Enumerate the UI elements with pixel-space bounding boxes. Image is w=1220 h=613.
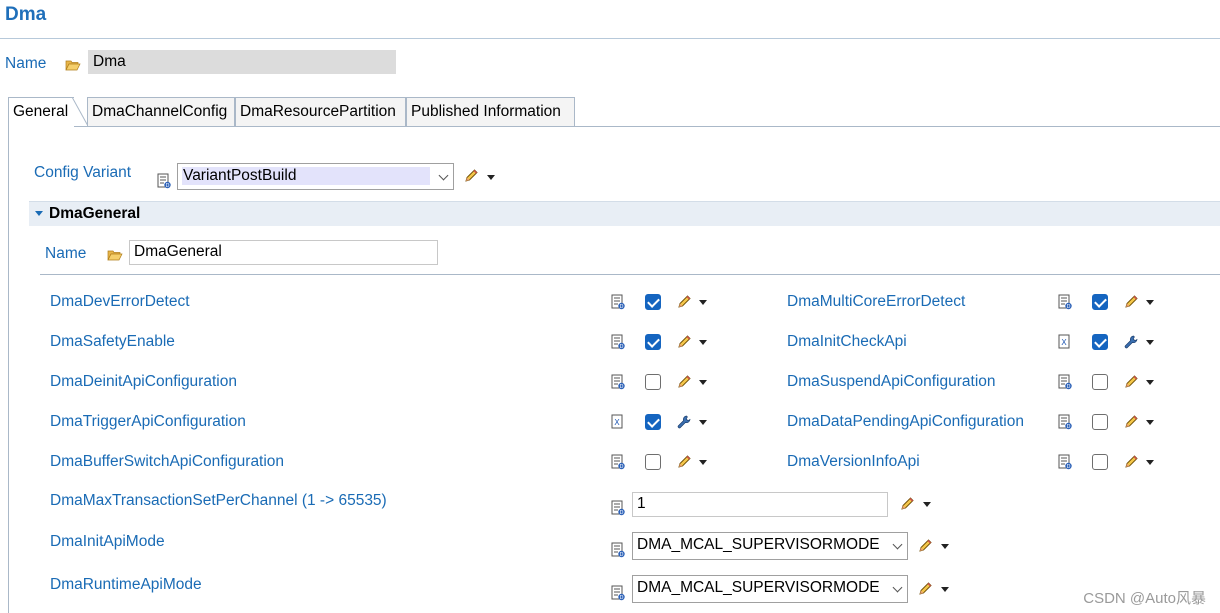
param-label-dmadatapendingapiconfiguration: DmaDataPendingApiConfiguration [787,413,1024,430]
name-field[interactable]: Dma [88,50,396,74]
caret-down-icon[interactable] [1146,300,1154,305]
checkbox-dmatriggerapiconfiguration[interactable] [645,414,661,430]
pencil-icon[interactable] [676,454,692,470]
panel-border [8,126,9,613]
document-icon [611,585,625,601]
tab-bar: General DmaChannelConfig DmaResourcePart… [8,97,1220,128]
pencil-icon[interactable] [1123,294,1139,310]
pencil-icon[interactable] [676,374,692,390]
document-icon [157,173,171,189]
checkbox-dmasafetyenable[interactable] [645,334,661,350]
config-variant-value: VariantPostBuild [182,167,430,185]
pencil-icon[interactable] [463,168,479,184]
param-label-dmatriggerapiconfiguration: DmaTriggerApiConfiguration [50,413,246,430]
init-api-mode-dropdown[interactable]: DMA_MCAL_SUPERVISORMODE [632,532,908,560]
document-icon [611,334,625,350]
wrench-icon[interactable] [1123,334,1139,350]
pencil-icon[interactable] [917,538,933,554]
param-label-dmasuspendapiconfiguration: DmaSuspendApiConfiguration [787,373,996,390]
param-label-dmabufferswitchapiconfiguration: DmaBufferSwitchApiConfiguration [50,453,285,470]
pencil-icon[interactable] [676,334,692,350]
pencil-icon[interactable] [676,294,692,310]
max-transaction-label: DmaMaxTransactionSetPerChannel (1 -> 655… [50,492,387,509]
param-label-dmainitcheckapi: DmaInitCheckApi [787,333,907,350]
runtime-api-mode-label: DmaRuntimeApiMode [50,576,202,593]
section-title: DmaGeneral [49,205,141,222]
caret-down-icon[interactable] [1146,340,1154,345]
watermark: CSDN @Auto风暴 [1083,590,1206,607]
pencil-icon[interactable] [1123,414,1139,430]
pencil-icon[interactable] [1123,374,1139,390]
document-icon [611,542,625,558]
init-api-mode-label: DmaInitApiMode [50,533,165,550]
caret-down-icon[interactable] [487,175,495,180]
config-variant-dropdown[interactable]: VariantPostBuild [177,163,454,190]
checkbox-dmaversioninfoapi[interactable] [1092,454,1108,470]
document-icon [611,374,625,390]
tab-dmaresourcepartition-label: DmaResourcePartition [240,103,396,120]
param-label-dmamulticoreerrordetect: DmaMultiCoreErrorDetect [787,293,966,310]
caret-down-icon[interactable] [699,340,707,345]
tab-published-information-label: Published Information [411,103,561,120]
document-icon [1058,294,1072,310]
runtime-api-mode-dropdown[interactable]: DMA_MCAL_SUPERVISORMODE [632,575,908,603]
tab-dmachannelconfig-label: DmaChannelConfig [92,103,228,120]
section-name-field[interactable]: DmaGeneral [129,240,438,265]
section-header[interactable] [29,201,1220,226]
param-label-dmadeverrordetect: DmaDevErrorDetect [50,293,190,310]
max-transaction-input[interactable]: 1 [632,492,888,517]
document-icon [1058,374,1072,390]
title-divider [0,38,1220,39]
pencil-icon[interactable] [917,581,933,597]
checkbox-dmainitcheckapi[interactable] [1092,334,1108,350]
checkbox-dmasuspendapiconfiguration[interactable] [1092,374,1108,390]
chevron-down-icon [892,539,903,550]
name-label: Name [5,55,47,72]
checkbox-dmamulticoreerrordetect[interactable] [1092,294,1108,310]
caret-down-icon[interactable] [699,380,707,385]
document-icon [611,454,625,470]
chevron-down-icon [438,170,449,181]
caret-down-icon[interactable] [923,502,931,507]
document-x-icon [1058,334,1072,350]
caret-down-icon[interactable] [699,420,707,425]
caret-down-icon[interactable] [1146,380,1154,385]
document-icon [611,500,625,516]
tab-general[interactable]: General [8,97,74,128]
chevron-down-icon [892,582,903,593]
document-icon [1058,454,1072,470]
param-label-dmadeinitapiconfiguration: DmaDeinitApiConfiguration [50,373,237,390]
checkbox-dmadeinitapiconfiguration[interactable] [645,374,661,390]
param-label-dmasafetyenable: DmaSafetyEnable [50,333,175,350]
section-name-label: Name [45,245,87,262]
caret-down-icon[interactable] [941,544,949,549]
wrench-icon[interactable] [676,414,692,430]
folder-open-icon [65,59,81,71]
runtime-api-mode-value: DMA_MCAL_SUPERVISORMODE [637,579,880,596]
caret-down-icon[interactable] [1146,420,1154,425]
document-x-icon [611,414,625,430]
caret-down-icon[interactable] [941,587,949,592]
tab-dmachannelconfig[interactable]: DmaChannelConfig [87,97,235,126]
init-api-mode-value: DMA_MCAL_SUPERVISORMODE [637,536,880,553]
collapse-triangle-icon[interactable] [35,211,43,216]
tab-general-label: General [13,103,69,120]
caret-down-icon[interactable] [699,300,707,305]
checkbox-dmadatapendingapiconfiguration[interactable] [1092,414,1108,430]
document-icon [1058,414,1072,430]
caret-down-icon[interactable] [699,460,707,465]
pencil-icon[interactable] [1123,454,1139,470]
tab-published-information[interactable]: Published Information [406,97,575,126]
caret-down-icon[interactable] [1146,460,1154,465]
checkbox-dmabufferswitchapiconfiguration[interactable] [645,454,661,470]
param-label-dmaversioninfoapi: DmaVersionInfoApi [787,453,920,470]
pencil-icon[interactable] [899,496,915,512]
section-divider [40,274,1220,275]
config-variant-label: Config Variant [34,164,132,181]
tab-dmaresourcepartition[interactable]: DmaResourcePartition [235,97,406,126]
checkbox-dmadeverrordetect[interactable] [645,294,661,310]
document-icon [611,294,625,310]
editor-title: Dma [5,4,47,25]
folder-open-icon [107,249,123,261]
